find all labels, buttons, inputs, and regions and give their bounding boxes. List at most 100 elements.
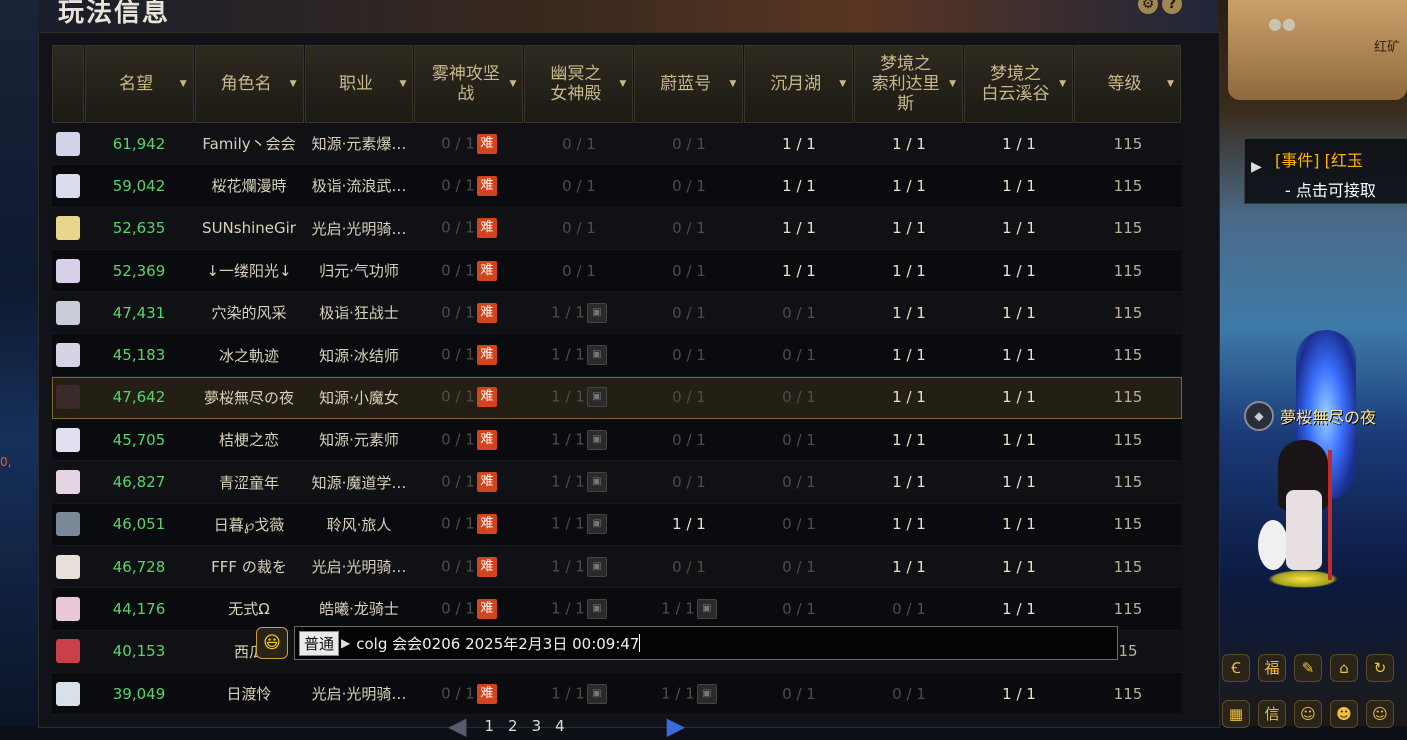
table-row[interactable]: 45,183 冰之軌迹 知源·冰结师 0 / 1难1 / 1 ▣ 0 / 10 / 11 … bbox=[52, 334, 1182, 377]
dungeon-cell-5-text: 0 / 1 bbox=[892, 684, 926, 703]
class-cell-text: 知源·冰结师 bbox=[319, 346, 399, 365]
table-row[interactable]: 46,051 日暮℘戈薇 聆风·旅人 0 / 1难1 / 1 ▣ 1 / 10 / 11 … bbox=[52, 503, 1182, 546]
class-cell-text: 光启·光明骑… bbox=[311, 219, 407, 238]
table-row[interactable]: 46,728 FFF の裁を 光启·光明骑… 0 / 1难1 / 1 ▣ 0 / 10 /… bbox=[52, 545, 1182, 589]
sort-caret-icon[interactable]: ▼ bbox=[400, 74, 407, 94]
dungeon-cell-1: 0 / 1难 bbox=[414, 683, 524, 704]
mail-icon[interactable]: 信 bbox=[1258, 700, 1286, 728]
page-number[interactable]: 4 bbox=[555, 717, 565, 735]
table-row[interactable]: 39,049 日渡怜 光启·光明骑… 0 / 1难1 / 1 ▣ 1 / 1 ▣ 0 / 10… bbox=[52, 672, 1182, 716]
level-cell-text: 115 bbox=[1113, 346, 1143, 365]
dungeon-cell-6: 1 / 1 bbox=[964, 304, 1074, 322]
dungeon-cell-5: 1 / 1 bbox=[854, 262, 964, 280]
fame-cell-text: 45,705 bbox=[112, 430, 166, 449]
expand-arrow-icon[interactable]: ▶ bbox=[1251, 159, 1262, 175]
table-row[interactable]: 45,705 桔梗之恋 知源·元素师 0 / 1难1 / 1 ▣ 0 / 10 / 11 … bbox=[52, 419, 1182, 462]
table-row[interactable]: 47,642 夢桜無尽の夜 知源·小魔女 0 / 1难1 / 1 ▣ 0 / 10 / 1… bbox=[52, 376, 1182, 420]
column-header-1[interactable]: 名望 ▼ bbox=[84, 45, 194, 123]
sort-caret-icon[interactable]: ▼ bbox=[509, 74, 516, 94]
portrait-cell bbox=[52, 173, 84, 198]
event-action[interactable]: - 点击可接取 bbox=[1285, 177, 1376, 201]
chat-channel[interactable]: 普通 bbox=[299, 630, 340, 656]
house-icon[interactable]: ⌂ bbox=[1330, 654, 1358, 682]
fame-cell-text: 46,728 bbox=[112, 557, 166, 576]
column-header-9[interactable]: 梦境之 白云溪谷 ▼ bbox=[964, 45, 1073, 123]
friend2-icon[interactable]: ☻ bbox=[1330, 700, 1358, 728]
portrait-icon bbox=[56, 639, 80, 664]
table-row[interactable]: 47,431 穴染的风采 极诣·狂战士 0 / 1难1 / 1 ▣ 0 / 10 / 11… bbox=[52, 292, 1182, 335]
chat-input[interactable]: 普通 ▶ colg 会会0206 2025年2月3日 00:09:47 bbox=[294, 626, 1118, 660]
menu-icon[interactable]: ▦ bbox=[1222, 700, 1250, 728]
level-cell-text: 115 bbox=[1113, 473, 1143, 492]
column-header-5[interactable]: 幽冥之 女神殿 ▼ bbox=[524, 45, 634, 123]
portrait-cell bbox=[52, 470, 84, 495]
gear-icon[interactable]: ⚙ bbox=[1138, 0, 1158, 14]
next-page-icon[interactable]: ▶ bbox=[667, 712, 685, 740]
dungeon-cell-5: 1 / 1 bbox=[854, 431, 964, 449]
page-numbers: 1234 bbox=[484, 717, 564, 735]
column-header-3[interactable]: 职业 ▼ bbox=[304, 45, 414, 123]
dungeon-cell-2: 1 / 1 ▣ bbox=[524, 598, 634, 619]
column-header-2[interactable]: 角色名 ▼ bbox=[194, 45, 304, 123]
sort-caret-icon[interactable]: ▼ bbox=[290, 74, 297, 94]
column-header-10[interactable]: 等级 ▼ bbox=[1074, 45, 1181, 123]
table-row[interactable]: 52,369 ↓一缕阳光↓ 归元·气功师 0 / 1难0 / 10 / 11 / 11… bbox=[52, 249, 1182, 293]
sort-caret-icon[interactable]: ▼ bbox=[1059, 74, 1066, 94]
coin-icon[interactable]: Ꞓ bbox=[1222, 654, 1250, 682]
dungeon-cell-1-text: 0 / 1 bbox=[441, 557, 475, 576]
channel-arrow-icon[interactable]: ▶ bbox=[341, 636, 350, 650]
dungeon-cell-5-text: 1 / 1 bbox=[892, 176, 926, 195]
dungeon-cell-4: 1 / 1 bbox=[744, 177, 854, 195]
table-row[interactable]: 59,042 桜花爛漫時 极诣·流浪武… 0 / 1难0 / 10 / 11 / 11… bbox=[52, 165, 1182, 208]
page-number[interactable]: 2 bbox=[508, 717, 518, 735]
sort-caret-icon[interactable]: ▼ bbox=[729, 74, 736, 94]
level-cell: 115 bbox=[1074, 304, 1182, 322]
dungeon-cell-1-text: 0 / 1 bbox=[441, 514, 475, 533]
dungeon-cell-2-text: 1 / 1 bbox=[551, 303, 585, 322]
sort-caret-icon[interactable]: ▼ bbox=[839, 74, 846, 94]
dungeon-cell-5: 1 / 1 bbox=[854, 388, 964, 406]
name-cell: 日渡怜 bbox=[194, 683, 304, 704]
dungeon-cell-6-text: 1 / 1 bbox=[1002, 134, 1036, 153]
dungeon-cell-5-text: 1 / 1 bbox=[892, 473, 926, 492]
dungeon-cell-4-text: 0 / 1 bbox=[782, 684, 816, 703]
fame-cell: 59,042 bbox=[84, 177, 194, 195]
help-icon[interactable]: ? bbox=[1162, 0, 1182, 14]
table-row[interactable]: 61,942 Family丶会会 知源·元素爆… 0 / 1难0 / 10 / 11 … bbox=[52, 123, 1182, 166]
dungeon-cell-5-text: 1 / 1 bbox=[892, 219, 926, 238]
prev-page-icon[interactable]: ◀ bbox=[448, 712, 466, 740]
fame-cell: 61,942 bbox=[84, 135, 194, 153]
class-cell-text: 聆风·旅人 bbox=[326, 515, 392, 534]
column-header-7[interactable]: 沉月湖 ▼ bbox=[744, 45, 854, 123]
class-cell-text: 极诣·流浪武… bbox=[311, 177, 407, 196]
sort-caret-icon[interactable]: ▼ bbox=[619, 74, 626, 94]
table-row[interactable]: 44,176 无式Ω 皓曦·龙骑士 0 / 1难1 / 1 ▣ 1 / 1 ▣ 0 / 10 … bbox=[52, 588, 1182, 631]
sort-caret-icon[interactable]: ▼ bbox=[1167, 74, 1174, 94]
sort-caret-icon[interactable]: ▼ bbox=[949, 74, 956, 94]
fame-cell-text: 44,176 bbox=[112, 599, 166, 618]
dungeon-cell-2-text: 1 / 1 bbox=[551, 557, 585, 576]
page-number[interactable]: 1 bbox=[484, 717, 494, 735]
event-notice[interactable]: ▶ [事件] [红玉 - 点击可接取 bbox=[1244, 138, 1407, 204]
column-header-6[interactable]: 蔚蓝号 ▼ bbox=[634, 45, 744, 123]
dungeon-cell-5: 1 / 1 bbox=[854, 135, 964, 153]
column-header-4[interactable]: 雾神攻坚 战 ▼ bbox=[414, 45, 524, 123]
sort-caret-icon[interactable]: ▼ bbox=[180, 74, 187, 94]
special-icon[interactable]: ↻ bbox=[1366, 654, 1394, 682]
table-row[interactable]: 46,827 青涩童年 知源·魔道学… 0 / 1难1 / 1 ▣ 0 / 10 / 11… bbox=[52, 461, 1182, 504]
quest-icon[interactable]: ✎ bbox=[1294, 654, 1322, 682]
friend-icon[interactable]: ☺ bbox=[1294, 700, 1322, 728]
table-row[interactable]: 52,635 SUNshineGir 光启·光明骑… 0 / 1难0 / 10 / 1… bbox=[52, 207, 1182, 250]
portrait-icon bbox=[56, 300, 80, 325]
hard-badge: 难 bbox=[476, 260, 497, 281]
column-header-8[interactable]: 梦境之 索利达里 斯 ▼ bbox=[854, 45, 964, 123]
fortune-icon[interactable]: 福 bbox=[1258, 654, 1286, 682]
hard-badge: 难 bbox=[476, 218, 497, 239]
page-number[interactable]: 3 bbox=[532, 717, 542, 735]
window-title: 玩法信息 bbox=[58, 0, 171, 28]
emote-icon[interactable]: 😃 bbox=[256, 627, 288, 659]
name-cell: 夢桜無尽の夜 bbox=[194, 387, 304, 408]
name-cell: SUNshineGir bbox=[194, 219, 304, 237]
friend3-icon[interactable]: ☺ bbox=[1366, 700, 1394, 728]
dungeon-cell-2: 1 / 1 ▣ bbox=[524, 429, 634, 450]
